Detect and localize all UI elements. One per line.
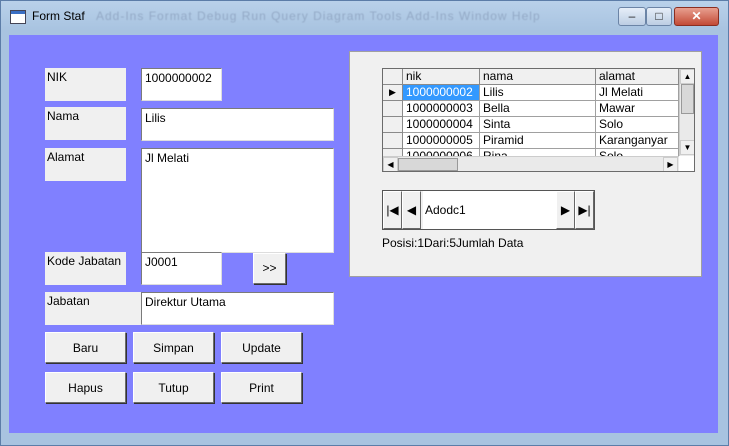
update-button[interactable]: Update (221, 332, 302, 363)
cell-nik[interactable]: 1000000002 (403, 85, 480, 101)
table-row[interactable]: ▶ 1000000002 Lilis Jl Melati (383, 85, 679, 101)
row-selector[interactable] (383, 133, 403, 149)
close-button[interactable]: ✕ (674, 7, 719, 26)
hapus-button[interactable]: Hapus (45, 372, 126, 403)
cell-nama[interactable]: Bella (480, 101, 596, 117)
grid-vertical-scrollbar[interactable]: ▲ ▼ (679, 69, 694, 156)
alamat-field[interactable]: Jl Melati (141, 148, 334, 253)
maximize-button[interactable]: □ (646, 7, 672, 26)
column-header-nama[interactable]: nama (480, 69, 596, 85)
vertical-scroll-thumb[interactable] (681, 84, 694, 114)
window-title: Form Staf (32, 9, 85, 23)
minimize-button[interactable]: – (618, 7, 646, 26)
scroll-down-icon[interactable]: ▼ (680, 140, 694, 155)
data-panel: nik nama alamat ▶ 1000000002 Lilis Jl Me… (349, 51, 702, 277)
cell-nik[interactable]: 1000000005 (403, 133, 480, 149)
move-first-icon[interactable]: |◀ (383, 191, 402, 229)
row-selector[interactable] (383, 117, 403, 133)
cell-alamat[interactable]: Jl Melati (596, 85, 679, 101)
table-row[interactable]: 1000000004 Sinta Solo (383, 117, 679, 133)
cell-nama[interactable]: Piramid (480, 133, 596, 149)
adodc-caption: Adodc1 (423, 191, 558, 229)
scroll-up-icon[interactable]: ▲ (680, 69, 694, 84)
cell-nama[interactable]: Sinta (480, 117, 596, 133)
jabatan-label: Jabatan (45, 292, 141, 325)
print-button[interactable]: Print (221, 372, 302, 403)
horizontal-scroll-thumb[interactable] (398, 158, 458, 171)
grid-horizontal-scrollbar[interactable]: ◀ ▶ (383, 156, 679, 171)
cell-alamat[interactable]: Karanganyar (596, 133, 679, 149)
alamat-label: Alamat (45, 148, 126, 181)
datagrid[interactable]: nik nama alamat ▶ 1000000002 Lilis Jl Me… (382, 68, 695, 172)
nik-field[interactable]: 1000000002 (141, 68, 222, 101)
column-header-alamat[interactable]: alamat (596, 69, 679, 85)
simpan-button[interactable]: Simpan (133, 332, 214, 363)
form-client-area: NIK 1000000002 Nama Lilis Alamat Jl Mela… (9, 35, 718, 433)
header-selector (383, 69, 403, 85)
nik-label: NIK (45, 68, 126, 101)
table-row[interactable]: 1000000003 Bella Mawar (383, 101, 679, 117)
move-next-icon[interactable]: ▶ (556, 191, 575, 229)
cell-nik[interactable]: 1000000003 (403, 101, 480, 117)
form-staf-window: Form Staf Add-Ins Format Debug Run Query… (0, 0, 729, 446)
baru-button[interactable]: Baru (45, 332, 126, 363)
lookup-jabatan-button[interactable]: >> (253, 253, 286, 284)
jabatan-field[interactable]: Direktur Utama (141, 292, 334, 325)
adodc-navigator: |◀ ◀ Adodc1 ▶ ▶| (382, 190, 595, 230)
grid-header-row: nik nama alamat (383, 69, 679, 85)
scroll-left-icon[interactable]: ◀ (383, 157, 398, 171)
cell-nik[interactable]: 1000000004 (403, 117, 480, 133)
kode-jabatan-field[interactable]: J0001 (141, 252, 222, 285)
nama-label: Nama (45, 107, 126, 140)
kode-jabatan-label: Kode Jabatan (45, 252, 126, 285)
background-menu-ghost: Add-Ins Format Debug Run Query Diagram T… (96, 9, 541, 23)
move-last-icon[interactable]: ▶| (575, 191, 594, 229)
scroll-right-icon[interactable]: ▶ (663, 157, 678, 171)
move-previous-icon[interactable]: ◀ (402, 191, 421, 229)
title-bar[interactable]: Form Staf Add-Ins Format Debug Run Query… (1, 1, 728, 35)
table-row[interactable]: 1000000005 Piramid Karanganyar (383, 133, 679, 149)
nama-field[interactable]: Lilis (141, 108, 334, 141)
cell-alamat[interactable]: Solo (596, 117, 679, 133)
position-status: Posisi:1Dari:5Jumlah Data (382, 236, 524, 250)
form-icon (10, 10, 26, 24)
column-header-nik[interactable]: nik (403, 69, 480, 85)
cell-nama[interactable]: Lilis (480, 85, 596, 101)
row-selector[interactable] (383, 101, 403, 117)
tutup-button[interactable]: Tutup (133, 372, 214, 403)
current-row-indicator-icon: ▶ (383, 85, 403, 101)
cell-alamat[interactable]: Mawar (596, 101, 679, 117)
